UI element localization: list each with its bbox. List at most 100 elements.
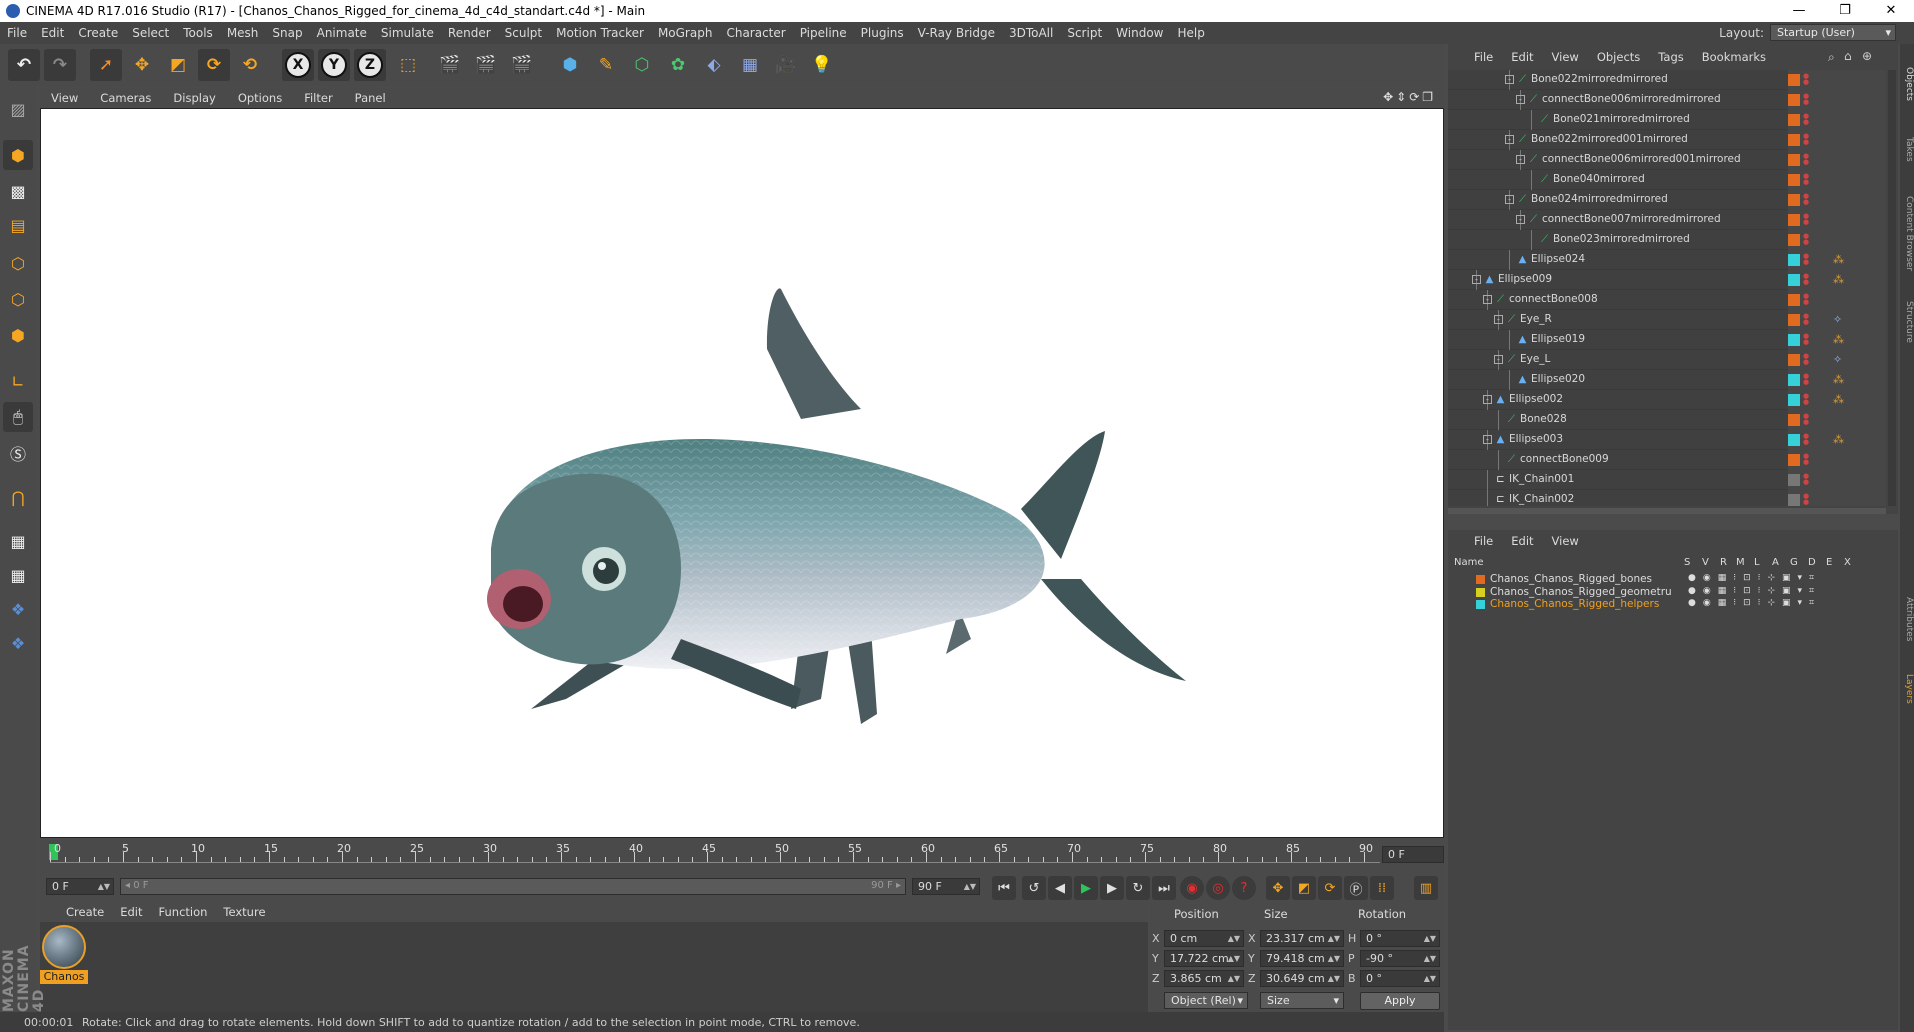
menu-character[interactable]: Character	[719, 26, 792, 40]
polygons-mode-icon[interactable]: ⬢	[3, 320, 33, 350]
tweak-mode-icon[interactable]: 🖱	[3, 402, 33, 432]
layer-color-swatch[interactable]	[1788, 214, 1800, 226]
layer-color-swatch[interactable]	[1476, 575, 1485, 584]
timeline-ruler[interactable]: 0 5 10 15 20 25 30 35 40 45 50 55 60 65 …	[40, 840, 1444, 872]
lock-workplane-icon[interactable]: ▦	[3, 526, 33, 556]
render-picture-viewer-icon[interactable]: 🎬	[470, 49, 502, 81]
expand-toggle-icon[interactable]: -	[1505, 75, 1514, 84]
expand-toggle-icon[interactable]: -	[1472, 275, 1481, 284]
points-mode-icon[interactable]: ⬡	[3, 248, 33, 278]
planar-workplane-icon[interactable]: ▦	[3, 560, 33, 590]
object-row[interactable]: - ▲ Ellipse003 ● ● ⁂	[1448, 430, 1886, 450]
visibility-dots-icon[interactable]: ● ●	[1803, 373, 1809, 386]
object-row[interactable]: - ⟋ Bone022mirrored001mirrored ● ●	[1448, 130, 1886, 150]
object-row[interactable]: ⊏ IK_Chain001 ● ●	[1448, 470, 1886, 490]
menu-window[interactable]: Window	[1109, 26, 1170, 40]
subdivision-icon[interactable]: ⬡	[626, 49, 658, 81]
menu-pipeline[interactable]: Pipeline	[793, 26, 854, 40]
layer-color-swatch[interactable]	[1788, 434, 1800, 446]
menu-motion-tracker[interactable]: Motion Tracker	[549, 26, 651, 40]
menu-mesh[interactable]: Mesh	[220, 26, 266, 40]
layer-color-swatch[interactable]	[1788, 394, 1800, 406]
layers-menu-edit[interactable]: Edit	[1502, 534, 1542, 548]
material-menu-texture[interactable]: Texture	[215, 905, 273, 919]
play-forward-icon[interactable]: ▶	[1074, 876, 1098, 900]
tab-content-browser[interactable]: Content Browser	[1900, 184, 1914, 284]
layer-color-swatch[interactable]	[1788, 174, 1800, 186]
visibility-dots-icon[interactable]: ● ●	[1803, 173, 1809, 186]
visibility-dots-icon[interactable]: ● ●	[1803, 413, 1809, 426]
make-editable-icon[interactable]: ▨	[3, 94, 33, 124]
layer-color-swatch[interactable]	[1788, 334, 1800, 346]
menu-plugins[interactable]: Plugins	[854, 26, 911, 40]
layers-menu-view[interactable]: View	[1543, 534, 1588, 548]
constraint-tag-icon[interactable]: ⁂	[1833, 273, 1844, 286]
visibility-dots-icon[interactable]: ● ●	[1803, 73, 1809, 86]
layer-color-swatch[interactable]	[1788, 274, 1800, 286]
edges-mode-icon[interactable]: ⬡	[3, 284, 33, 314]
visibility-dots-icon[interactable]: ● ●	[1803, 253, 1809, 266]
maximize-button[interactable]: ❐	[1822, 0, 1868, 22]
layer-color-swatch[interactable]	[1788, 314, 1800, 326]
viewport-menu-filter[interactable]: Filter	[293, 91, 343, 105]
preview-range-slider[interactable]: ◂ 0 F 90 F ▸	[120, 878, 906, 895]
object-tree-horizontal-scrollbar[interactable]	[1448, 508, 1886, 514]
rotation-h-field[interactable]: 0 ° ▲▼	[1360, 930, 1440, 947]
keyframe-selection-icon[interactable]: ?	[1232, 876, 1256, 900]
rotation-p-field[interactable]: -90 ° ▲▼	[1360, 950, 1440, 967]
object-row[interactable]: ⊏ IK_Chain002 ● ●	[1448, 490, 1886, 506]
visibility-dots-icon[interactable]: ● ●	[1803, 393, 1809, 406]
rotation-b-field[interactable]: 0 ° ▲▼	[1360, 970, 1440, 987]
object-row[interactable]: - ⟋ connectBone007mirroredmirrored ● ●	[1448, 210, 1886, 230]
expand-toggle-icon[interactable]: -	[1516, 215, 1525, 224]
layer-flag-icons[interactable]: ●◉▦⁝⊡⁝⊹▣▾⌗	[1688, 586, 1821, 596]
object-row[interactable]: - ⟋ Bone022mirroredmirrored ● ●	[1448, 70, 1886, 90]
layer-color-swatch[interactable]	[1788, 234, 1800, 246]
object-row[interactable]: - ⟋ connectBone008 ● ●	[1448, 290, 1886, 310]
menu-help[interactable]: Help	[1170, 26, 1211, 40]
menu-sculpt[interactable]: Sculpt	[498, 26, 549, 40]
menu-snap[interactable]: Snap	[265, 26, 309, 40]
objects-menu-view[interactable]: View	[1543, 50, 1588, 64]
material-menu-edit[interactable]: Edit	[112, 905, 150, 919]
object-row[interactable]: ⟋ Bone040mirrored ● ●	[1448, 170, 1886, 190]
object-row[interactable]: - ⟋ Bone024mirroredmirrored ● ●	[1448, 190, 1886, 210]
expand-toggle-icon[interactable]: -	[1483, 395, 1492, 404]
model-mode-icon[interactable]: ⬢	[3, 140, 33, 170]
constraint-tag-icon[interactable]: ⁂	[1833, 393, 1844, 406]
objects-menu-bookmarks[interactable]: Bookmarks	[1693, 50, 1775, 64]
visibility-dots-icon[interactable]: ● ●	[1803, 273, 1809, 286]
object-row[interactable]: - ⟋ connectBone006mirroredmirrored ● ●	[1448, 90, 1886, 110]
record-position-icon[interactable]: ✥	[1266, 876, 1290, 900]
visibility-dots-icon[interactable]: ● ●	[1803, 333, 1809, 346]
object-row[interactable]: - ⟋ connectBone006mirrored001mirrored ● ●	[1448, 150, 1886, 170]
objects-menu-tags[interactable]: Tags	[1649, 50, 1692, 64]
object-tree-scrollbar[interactable]	[1888, 70, 1896, 506]
object-row[interactable]: ▲ Ellipse019 ● ● ⁂	[1448, 330, 1886, 350]
light-icon[interactable]: 💡	[806, 49, 838, 81]
visibility-dots-icon[interactable]: ● ●	[1803, 353, 1809, 366]
layer-flag-icons[interactable]: ●◉▦⁝⊡⁝⊹▣▾⌗	[1688, 598, 1821, 608]
undo-icon[interactable]: ↶	[8, 49, 40, 81]
y-axis-button[interactable]: Y	[318, 49, 350, 81]
render-settings-icon[interactable]: 🎬	[506, 49, 538, 81]
record-pla-icon[interactable]: ⁞⁞	[1370, 876, 1394, 900]
viewport-menu-view[interactable]: View	[40, 91, 89, 105]
previous-key-icon[interactable]: ↺	[1022, 876, 1046, 900]
redo-icon[interactable]: ↷	[44, 49, 76, 81]
position-z-field[interactable]: 3.865 cm ▲▼	[1164, 970, 1244, 987]
scale-icon[interactable]: ◩	[162, 49, 194, 81]
live-selection-icon[interactable]: ➚	[90, 49, 122, 81]
filter-icon[interactable]: ⊕	[1862, 49, 1872, 63]
menu-3dtoall[interactable]: 3DToAll	[1002, 26, 1060, 40]
layer-color-swatch[interactable]	[1788, 494, 1800, 506]
mograph-cloner-icon[interactable]: ✿	[662, 49, 694, 81]
texture-mode-icon[interactable]: ▩	[3, 176, 33, 206]
constraint-tag-icon[interactable]: ✧	[1833, 313, 1842, 326]
z-axis-button[interactable]: Z	[354, 49, 386, 81]
record-scale-icon[interactable]: ◩	[1292, 876, 1316, 900]
cube-primitive-icon[interactable]: ⬢	[554, 49, 586, 81]
floor-icon[interactable]: ▦	[734, 49, 766, 81]
expand-toggle-icon[interactable]: -	[1516, 155, 1525, 164]
spline-pen-icon[interactable]: ✎	[590, 49, 622, 81]
